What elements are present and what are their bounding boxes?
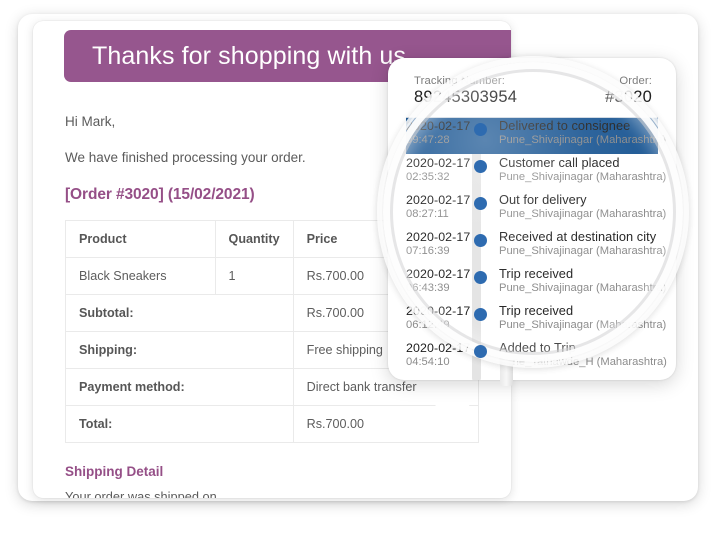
timeline-event-location: Pune_Tathawde_H (Maharashtra) [499, 356, 667, 368]
timeline-event-info: Out for delivery Pune_Shivajinagar (Maha… [487, 191, 666, 220]
tracking-number-label: Tracking Number: [414, 75, 505, 87]
timeline-event-status: Delivered to consignee [499, 118, 631, 133]
table-row-total: Total: Rs.700.00 [65, 405, 480, 444]
timeline-event-datetime: 2020-02-17 06:12:49 [406, 302, 470, 331]
timeline-event-row[interactable]: 2020-02-17 09:47:28 Delivered to consign… [388, 117, 676, 154]
timeline-event-info: Added to Trip Pune_Tathawde_H (Maharasht… [487, 339, 667, 368]
timeline-event-time: 06:43:39 [406, 282, 450, 294]
timeline-event-location: Pune_Shivajinagar (Maharashtra) [499, 171, 667, 183]
tracking-popup: Tracking Number: 89245303954 Order: #302… [388, 58, 676, 434]
timeline-event-time: 08:27:11 [406, 208, 449, 220]
timeline-event-time: 04:54:10 [406, 356, 450, 368]
label-shipping: Shipping: [65, 331, 294, 370]
label-payment-method: Payment method: [65, 368, 294, 407]
timeline-event-datetime: 2020-02-17 04:54:10 [406, 339, 470, 368]
timeline-event-location: Pune_Shivajinagar (Maharashtra) [499, 245, 667, 257]
timeline-dot-icon [474, 197, 487, 210]
timeline-event-info: Trip received Pune_Shivajinagar (Maharas… [487, 302, 666, 331]
timeline-dot-icon [474, 271, 487, 284]
label-subtotal: Subtotal: [65, 294, 294, 333]
timeline-event-date: 2020-02-17 [406, 304, 471, 318]
shipping-detail-title: Shipping Detail [65, 464, 164, 480]
order-number-block: Order: #3020 [605, 75, 652, 107]
timeline-dot-icon [474, 160, 487, 173]
timeline-event-datetime: 2020-02-17 08:27:11 [406, 191, 470, 220]
shipping-line-1: Your order was shipped on [65, 489, 217, 498]
timeline-event-status: Trip received [499, 303, 574, 318]
timeline-event-row[interactable]: 2020-02-17 06:12:49 Trip received Pune_S… [388, 302, 676, 339]
screenshot-stage: Thanks for shopping with us Hi Mark, We … [0, 0, 716, 534]
timeline-event-date: 2020-02-17 [406, 156, 471, 170]
timeline-dot-icon [474, 345, 487, 358]
timeline-event-time: 06:12:49 [406, 319, 450, 331]
cell-product-name: Black Sneakers [65, 257, 216, 296]
tracking-popup-header: Tracking Number: 89245303954 Order: #302… [388, 58, 676, 107]
tracking-popup-card: Tracking Number: 89245303954 Order: #302… [388, 58, 676, 380]
timeline-event-status: Customer call placed [499, 155, 620, 170]
timeline-event-datetime: 2020-02-17 02:35:32 [406, 154, 470, 183]
timeline-dot-icon [474, 308, 487, 321]
timeline-event-location: Pune_Shivajinagar (Maharashtra) [499, 134, 667, 146]
order-number-value: #3020 [605, 88, 652, 106]
timeline-event-info: Customer call placed Pune_Shivajinagar (… [487, 154, 666, 183]
timeline-event-time: 09:47:28 [406, 134, 450, 146]
timeline-event-date: 2020-02-17 [406, 230, 471, 244]
timeline-event-row[interactable]: 2020-02-17 07:16:39 Received at destinat… [388, 228, 676, 265]
tracking-timeline: 2020-02-17 09:47:28 Delivered to consign… [388, 117, 676, 380]
timeline-event-row[interactable]: 2020-02-17 04:54:10 Added to Trip Pune_T… [388, 339, 676, 376]
timeline-event-status: Received at destination city [499, 229, 657, 244]
timeline-event-datetime: 2020-02-17 06:43:39 [406, 265, 470, 294]
timeline-event-time: 02:35:32 [406, 171, 450, 183]
tracking-number-block: Tracking Number: 89245303954 [414, 75, 517, 107]
timeline-event-date: 2020-02-17 [406, 119, 471, 133]
timeline-event-row[interactable]: 2020-02-17 08:27:11 Out for delivery Pun… [388, 191, 676, 228]
timeline-event-time: 07:16:39 [406, 245, 450, 257]
timeline-event-location: Pune_Shivajinagar (Maharashtra) [499, 208, 667, 220]
timeline-event-info: Delivered to consignee Pune_Shivajinagar… [487, 117, 666, 146]
timeline-event-info: Received at destination city Pune_Shivaj… [487, 228, 666, 257]
timeline-event-info: Trip received Pune_Shivajinagar (Maharas… [487, 265, 666, 294]
column-header-product: Product [65, 220, 216, 259]
timeline-event-date: 2020-02-17 [406, 267, 471, 281]
timeline-event-datetime: 2020-02-17 07:16:39 [406, 228, 470, 257]
timeline-event-status: Trip received [499, 266, 574, 281]
cell-quantity: 1 [214, 257, 294, 296]
order-number-label: Order: [619, 75, 652, 87]
timeline-dot-icon [474, 234, 487, 247]
timeline-event-date: 2020-02-17 [406, 341, 471, 355]
timeline-event-location: Pune_Shivajinagar (Maharashtra) [499, 319, 667, 331]
timeline-event-status: Out for delivery [499, 192, 587, 207]
tracking-number-value: 89245303954 [414, 88, 518, 106]
label-total: Total: [65, 405, 294, 444]
timeline-event-location: Pune_Shivajinagar (Maharashtra) [499, 282, 667, 294]
timeline-event-date: 2020-02-17 [406, 193, 471, 207]
email-header-title: Thanks for shopping with us [92, 41, 406, 70]
timeline-event-row[interactable]: 2020-02-17 06:43:39 Trip received Pune_S… [388, 265, 676, 302]
timeline-event-row[interactable]: 2020-02-17 02:35:32 Customer call placed… [388, 154, 676, 191]
column-header-quantity: Quantity [214, 220, 294, 259]
timeline-dot-icon [474, 123, 487, 136]
timeline-event-status: Added to Trip [499, 340, 576, 355]
timeline-event-datetime: 2020-02-17 09:47:28 [406, 117, 470, 146]
